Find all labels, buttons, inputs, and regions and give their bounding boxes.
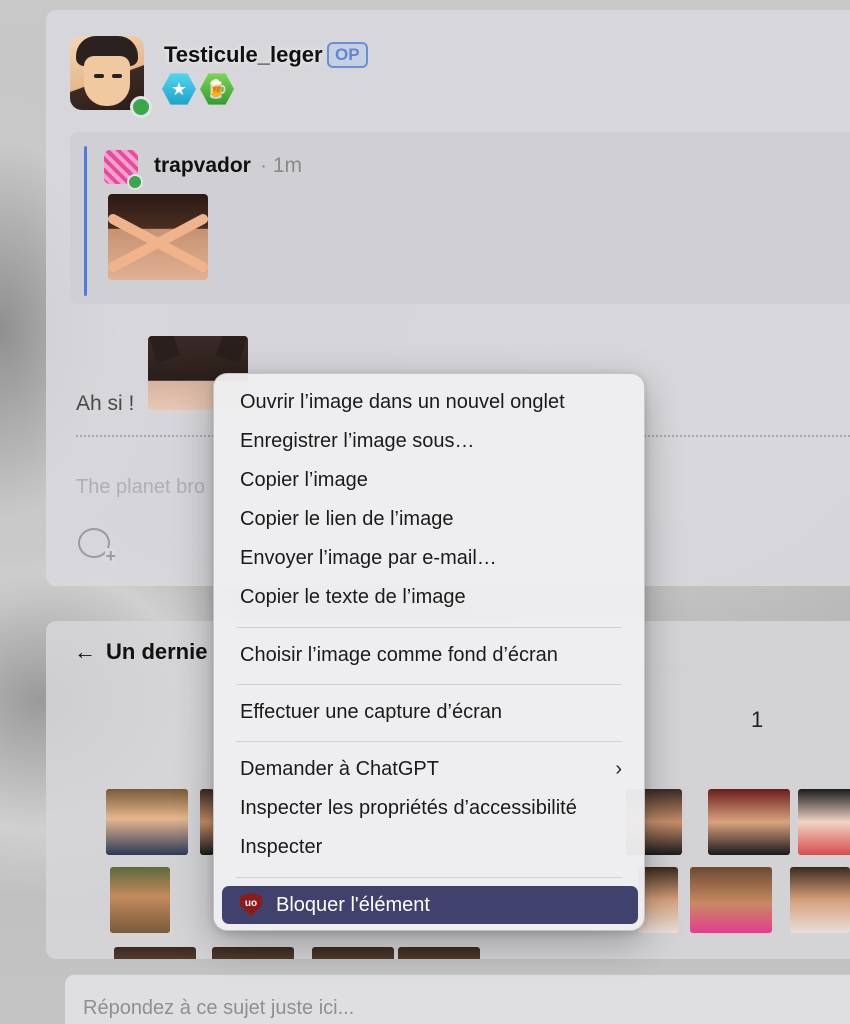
menu-item-block-element-label: Bloquer l'élément — [276, 894, 430, 916]
context-menu: Ouvrir l’image dans un nouvel onglet Enr… — [213, 373, 645, 931]
menu-item-copy-image-link[interactable]: Copier le lien de l’image — [222, 501, 638, 537]
sticker-thumbnail[interactable] — [212, 947, 294, 959]
back-arrow-icon[interactable]: ← — [74, 639, 96, 665]
sticker-thumbnail[interactable] — [790, 867, 850, 933]
menu-item-block-element[interactable]: uo Bloquer l'élément — [222, 886, 638, 924]
reply-input[interactable]: Répondez à ce sujet juste ici... — [64, 974, 850, 1024]
sticker-thumbnail[interactable] — [312, 947, 394, 959]
op-badge: OP — [327, 42, 368, 68]
menu-item-ask-chatgpt-label: Demander à ChatGPT — [240, 758, 439, 780]
online-status-icon — [130, 96, 152, 118]
sticker-thumbnail[interactable] — [708, 789, 790, 855]
post-text: Ah si ! — [76, 392, 135, 415]
menu-item-open-image-new-tab[interactable]: Ouvrir l’image dans un nouvel onglet — [222, 384, 638, 420]
quote-username[interactable]: trapvador — [154, 154, 251, 178]
menu-item-email-image[interactable]: Envoyer l’image par e-mail… — [222, 540, 638, 576]
menu-item-take-screenshot[interactable]: Effectuer une capture d’écran — [222, 694, 638, 730]
menu-item-inspect[interactable]: Inspecter — [222, 829, 638, 865]
post-signature: The planet bro — [76, 476, 205, 498]
sticker-thumbnail[interactable] — [200, 789, 214, 855]
post-username[interactable]: Testicule_leger — [164, 42, 323, 68]
sticker-thumbnail[interactable] — [690, 867, 772, 933]
sticker-thumbnail[interactable] — [798, 789, 850, 855]
reply-placeholder: Répondez à ce sujet juste ici... — [83, 997, 355, 1019]
menu-separator — [236, 684, 622, 685]
menu-item-copy-image-text[interactable]: Copier le texte de l’image — [222, 579, 638, 615]
page-count[interactable]: 1 — [751, 707, 763, 733]
quote-online-status-icon — [127, 174, 143, 190]
menu-item-copy-image[interactable]: Copier l’image — [222, 462, 638, 498]
menu-item-inspect-accessibility[interactable]: Inspecter les propriétés d’accessibilité — [222, 790, 638, 826]
sticker-thumbnail[interactable] — [106, 789, 188, 855]
quote-image[interactable] — [108, 194, 208, 280]
star-badge-icon[interactable]: ★ — [162, 73, 196, 105]
beer-badge-icon[interactable]: 🍺 — [200, 73, 234, 105]
topic-title[interactable]: Un dernie — [106, 639, 216, 665]
quote-bar — [84, 146, 87, 296]
quote-timestamp: · 1m — [260, 154, 302, 177]
sticker-thumbnail[interactable] — [110, 867, 170, 933]
sticker-thumbnail[interactable] — [114, 947, 196, 959]
menu-item-set-wallpaper[interactable]: Choisir l’image comme fond d’écran — [222, 637, 638, 673]
add-reaction-icon[interactable] — [78, 528, 116, 564]
sticker-row — [106, 947, 850, 959]
chevron-right-icon: › — [615, 758, 622, 780]
menu-separator — [236, 877, 622, 878]
menu-separator — [236, 627, 622, 628]
ublock-shield-icon: uo — [240, 893, 262, 916]
menu-item-save-image-as[interactable]: Enregistrer l’image sous… — [222, 423, 638, 459]
sticker-thumbnail[interactable] — [398, 947, 480, 959]
quote-block: trapvador · 1m — [70, 132, 850, 304]
menu-item-ask-chatgpt[interactable]: Demander à ChatGPT › — [222, 751, 638, 787]
menu-separator — [236, 741, 622, 742]
